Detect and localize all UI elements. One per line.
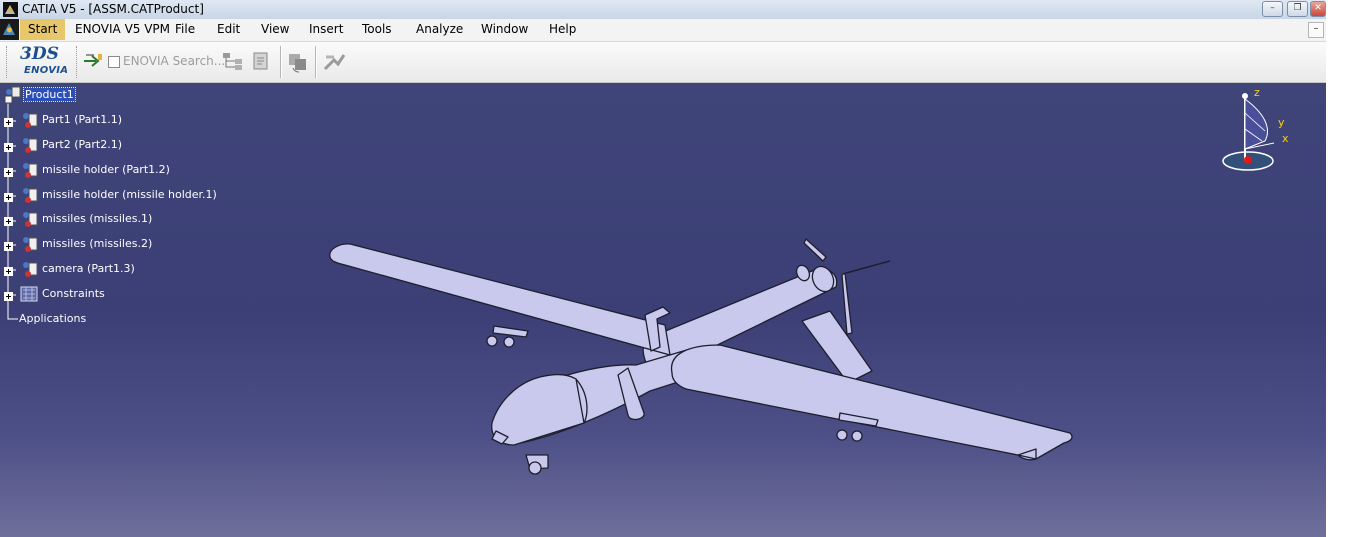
menu-help[interactable]: Help [549,22,576,36]
menu-insert[interactable]: Insert [309,22,343,36]
enovia-connect-icon[interactable] [82,52,104,73]
left-missile-wheel [486,335,498,347]
left-wing [329,243,671,356]
sync-icon[interactable] [322,51,346,76]
menu-bar: Start ENOVIA V5 VPM File Edit View Inser… [0,19,1326,42]
catia-application-window: CATIA V5 - [ASSM.CATProduct] – ❐ ✕ Start… [0,0,1326,537]
search-checkbox[interactable] [108,56,120,68]
left-missile-wheel [503,336,515,348]
menu-edit[interactable]: Edit [217,22,240,36]
3d-viewport[interactable]: Product1 Part1 (Part1.1) Part2 (Part2.1)… [0,83,1326,537]
enovia-logo-word: ENOVIA [24,65,69,76]
tree-structure-icon[interactable] [221,51,245,74]
enovia-logo[interactable]: 3DS ENOVIA [16,44,72,78]
propeller-blade [803,238,827,262]
document-minimize-button[interactable]: – [1308,22,1324,38]
toolbar-grip[interactable] [76,46,80,78]
refresh-icon[interactable] [287,51,309,76]
right-wing [670,344,1073,461]
document-properties-icon[interactable] [251,51,271,74]
menu-analyze[interactable]: Analyze [416,22,463,36]
nose-section [491,373,585,446]
left-missile [492,325,529,338]
propeller-blade [841,272,853,335]
menu-view[interactable]: View [261,22,289,36]
enovia-logo-mark: 3DS [20,44,59,64]
toolbar-separator [280,46,282,78]
menu-start[interactable]: Start [20,19,66,40]
title-bar: CATIA V5 - [ASSM.CATProduct] – ❐ ✕ [0,0,1326,20]
minimize-button[interactable]: – [1262,1,1283,17]
catia-app-icon [3,2,18,17]
drone-3d-model[interactable] [0,83,1326,537]
enovia-toolbar: 3DS ENOVIA ENOVIA Search... [0,42,1326,83]
close-window-button[interactable]: ✕ [1310,1,1326,17]
window-title: CATIA V5 - [ASSM.CATProduct] [22,2,204,16]
enovia-search-label[interactable]: ENOVIA Search... [123,54,225,68]
menu-file[interactable]: File [175,22,195,36]
menu-tools[interactable]: Tools [362,22,392,36]
rear-antenna [845,260,891,274]
nose-wheel [528,461,542,475]
toolbar-grip[interactable] [6,46,10,78]
menu-window[interactable]: Window [481,22,528,36]
toolbar-separator [315,46,317,78]
restore-button[interactable]: ❐ [1287,1,1308,17]
catia-logo-icon[interactable] [0,19,19,40]
right-missile-wheel [851,430,863,442]
right-missile-wheel [836,429,848,441]
menu-enovia-v5-vpm[interactable]: ENOVIA V5 VPM [75,22,170,36]
